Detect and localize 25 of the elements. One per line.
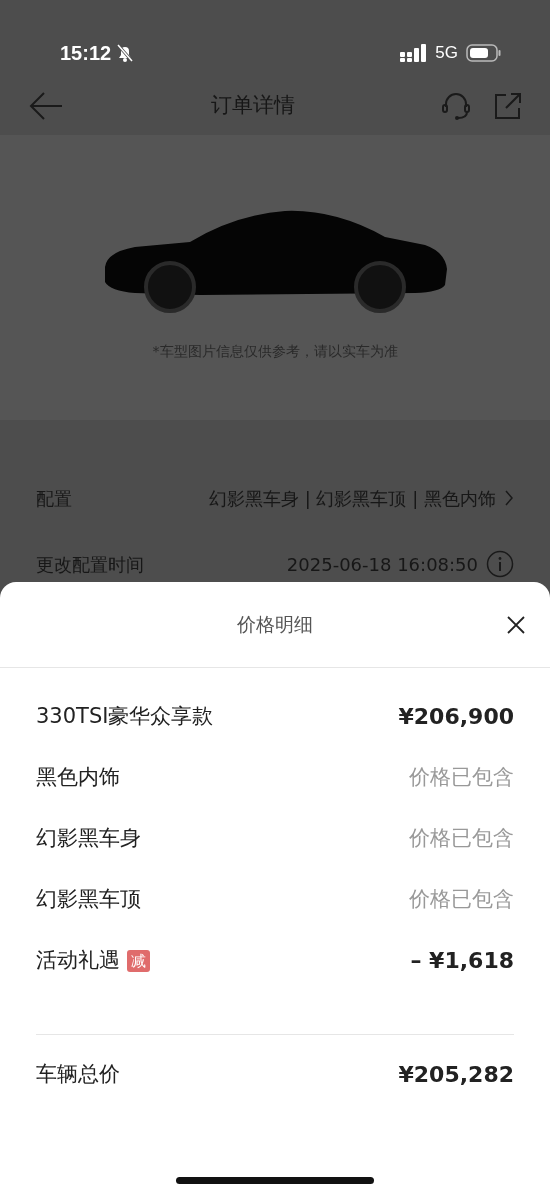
battery-icon [466,44,502,62]
item-name: 330TSI豪华众享款 [36,702,214,730]
close-icon[interactable] [506,614,526,635]
chevron-right-icon[interactable] [504,489,514,507]
bell-muted-icon [115,43,136,63]
status-time: 15:12 [60,41,112,66]
total-price: ¥205,282 [398,1061,514,1089]
item-price: ¥206,900 [398,703,514,731]
included-note: 价格已包含 [409,763,514,791]
sheet-title: 价格明细 [237,612,313,638]
included-note: 价格已包含 [409,885,514,913]
back-button[interactable] [28,90,64,121]
discount-tag: 减 [127,949,150,972]
item-name: 黑色内饰 [36,763,120,791]
network-label: 5G [435,42,458,65]
included-note: 价格已包含 [409,824,514,852]
headset-icon[interactable] [442,90,470,121]
share-icon[interactable] [494,91,522,120]
item-name: 幻影黑车身 [36,824,141,852]
signal-icon [400,44,428,62]
info-icon[interactable] [486,550,514,578]
discount-amount: – ¥1,618 [410,947,514,975]
item-name: 幻影黑车顶 [36,885,141,913]
total-label: 车辆总价 [36,1060,120,1088]
item-name: 活动礼遇 [36,946,120,974]
